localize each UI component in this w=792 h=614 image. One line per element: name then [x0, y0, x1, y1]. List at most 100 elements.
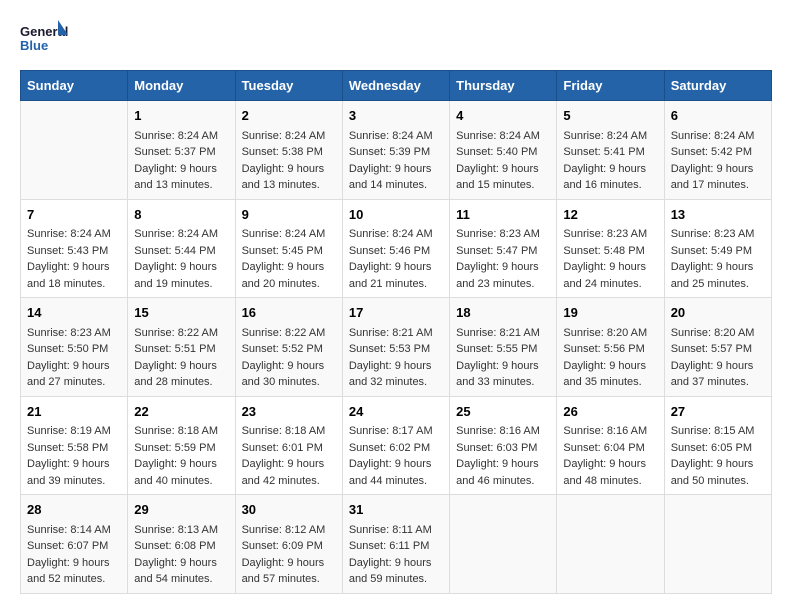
logo: GeneralBlue: [20, 20, 70, 60]
cell-detail: Daylight: 9 hours: [134, 555, 228, 572]
calendar-cell: 25Sunrise: 8:16 AMSunset: 6:03 PMDayligh…: [450, 396, 557, 495]
cell-detail: Sunrise: 8:24 AM: [349, 128, 443, 145]
calendar-cell: [664, 495, 771, 594]
cell-detail: Sunset: 5:43 PM: [27, 243, 121, 260]
day-number: 2: [242, 106, 336, 126]
cell-detail: Sunrise: 8:12 AM: [242, 522, 336, 539]
cell-detail: Daylight: 9 hours: [563, 358, 657, 375]
cell-detail: and 33 minutes.: [456, 374, 550, 391]
cell-detail: Sunrise: 8:15 AM: [671, 423, 765, 440]
cell-detail: Daylight: 9 hours: [134, 259, 228, 276]
cell-detail: Daylight: 9 hours: [349, 259, 443, 276]
calendar-cell: [21, 101, 128, 200]
calendar-cell: 3Sunrise: 8:24 AMSunset: 5:39 PMDaylight…: [342, 101, 449, 200]
calendar-cell: [557, 495, 664, 594]
cell-detail: and 37 minutes.: [671, 374, 765, 391]
cell-detail: and 44 minutes.: [349, 473, 443, 490]
cell-detail: Daylight: 9 hours: [134, 358, 228, 375]
cell-detail: Sunrise: 8:16 AM: [456, 423, 550, 440]
calendar-cell: 30Sunrise: 8:12 AMSunset: 6:09 PMDayligh…: [235, 495, 342, 594]
day-number: 22: [134, 402, 228, 422]
cell-detail: Sunset: 5:52 PM: [242, 341, 336, 358]
day-number: 12: [563, 205, 657, 225]
cell-detail: Sunrise: 8:24 AM: [134, 128, 228, 145]
cell-detail: Sunset: 5:59 PM: [134, 440, 228, 457]
week-row-2: 7Sunrise: 8:24 AMSunset: 5:43 PMDaylight…: [21, 199, 772, 298]
header-day-thursday: Thursday: [450, 71, 557, 101]
cell-detail: Sunrise: 8:11 AM: [349, 522, 443, 539]
cell-detail: Sunrise: 8:24 AM: [242, 128, 336, 145]
calendar-cell: 29Sunrise: 8:13 AMSunset: 6:08 PMDayligh…: [128, 495, 235, 594]
cell-detail: Sunset: 5:37 PM: [134, 144, 228, 161]
header-day-saturday: Saturday: [664, 71, 771, 101]
cell-detail: Sunrise: 8:16 AM: [563, 423, 657, 440]
cell-detail: and 42 minutes.: [242, 473, 336, 490]
cell-detail: Daylight: 9 hours: [134, 161, 228, 178]
cell-detail: Sunrise: 8:24 AM: [349, 226, 443, 243]
cell-detail: Sunset: 6:01 PM: [242, 440, 336, 457]
day-number: 16: [242, 303, 336, 323]
cell-detail: Sunrise: 8:24 AM: [242, 226, 336, 243]
day-number: 7: [27, 205, 121, 225]
cell-detail: and 57 minutes.: [242, 571, 336, 588]
cell-detail: and 28 minutes.: [134, 374, 228, 391]
cell-detail: Sunrise: 8:23 AM: [456, 226, 550, 243]
cell-detail: Sunrise: 8:19 AM: [27, 423, 121, 440]
cell-detail: Sunrise: 8:22 AM: [134, 325, 228, 342]
cell-detail: Daylight: 9 hours: [349, 358, 443, 375]
cell-detail: Sunset: 5:56 PM: [563, 341, 657, 358]
day-number: 9: [242, 205, 336, 225]
calendar-cell: 1 Sunrise: 8:24 AMSunset: 5:37 PMDaylight…: [128, 101, 235, 200]
cell-detail: Sunset: 5:53 PM: [349, 341, 443, 358]
cell-detail: Sunset: 6:02 PM: [349, 440, 443, 457]
cell-detail: Daylight: 9 hours: [242, 358, 336, 375]
day-number: 30: [242, 500, 336, 520]
page-header: GeneralBlue: [20, 20, 772, 60]
calendar-table: SundayMondayTuesdayWednesdayThursdayFrid…: [20, 70, 772, 594]
cell-detail: and 20 minutes.: [242, 276, 336, 293]
cell-detail: Daylight: 9 hours: [456, 259, 550, 276]
cell-detail: Sunrise: 8:23 AM: [27, 325, 121, 342]
cell-detail: Sunset: 6:08 PM: [134, 538, 228, 555]
cell-detail: Daylight: 9 hours: [671, 161, 765, 178]
cell-detail: Daylight: 9 hours: [349, 456, 443, 473]
cell-detail: and 13 minutes.: [242, 177, 336, 194]
cell-detail: Sunrise: 8:13 AM: [134, 522, 228, 539]
calendar-cell: 24Sunrise: 8:17 AMSunset: 6:02 PMDayligh…: [342, 396, 449, 495]
week-row-3: 14Sunrise: 8:23 AMSunset: 5:50 PMDayligh…: [21, 298, 772, 397]
cell-detail: Sunrise: 8:24 AM: [671, 128, 765, 145]
cell-detail: Sunset: 5:42 PM: [671, 144, 765, 161]
day-number: 18: [456, 303, 550, 323]
cell-detail: Sunset: 5:51 PM: [134, 341, 228, 358]
day-number: 24: [349, 402, 443, 422]
calendar-cell: 21Sunrise: 8:19 AMSunset: 5:58 PMDayligh…: [21, 396, 128, 495]
logo-svg: GeneralBlue: [20, 20, 70, 60]
week-row-5: 28Sunrise: 8:14 AMSunset: 6:07 PMDayligh…: [21, 495, 772, 594]
day-number: 27: [671, 402, 765, 422]
cell-detail: Daylight: 9 hours: [242, 456, 336, 473]
calendar-cell: 28Sunrise: 8:14 AMSunset: 6:07 PMDayligh…: [21, 495, 128, 594]
cell-detail: Sunrise: 8:20 AM: [563, 325, 657, 342]
header-day-wednesday: Wednesday: [342, 71, 449, 101]
cell-detail: Daylight: 9 hours: [563, 456, 657, 473]
cell-detail: Sunrise: 8:24 AM: [456, 128, 550, 145]
cell-detail: Daylight: 9 hours: [27, 555, 121, 572]
calendar-cell: 26Sunrise: 8:16 AMSunset: 6:04 PMDayligh…: [557, 396, 664, 495]
calendar-cell: 22Sunrise: 8:18 AMSunset: 5:59 PMDayligh…: [128, 396, 235, 495]
cell-detail: Sunrise: 8:21 AM: [349, 325, 443, 342]
cell-detail: Daylight: 9 hours: [349, 555, 443, 572]
cell-detail: Daylight: 9 hours: [563, 161, 657, 178]
cell-detail: Sunset: 5:55 PM: [456, 341, 550, 358]
calendar-cell: 14Sunrise: 8:23 AMSunset: 5:50 PMDayligh…: [21, 298, 128, 397]
calendar-cell: 18Sunrise: 8:21 AMSunset: 5:55 PMDayligh…: [450, 298, 557, 397]
calendar-cell: 17Sunrise: 8:21 AMSunset: 5:53 PMDayligh…: [342, 298, 449, 397]
cell-detail: Daylight: 9 hours: [27, 259, 121, 276]
cell-detail: Daylight: 9 hours: [563, 259, 657, 276]
cell-detail: Sunset: 6:11 PM: [349, 538, 443, 555]
day-number: 20: [671, 303, 765, 323]
cell-detail: Sunrise: 8:20 AM: [671, 325, 765, 342]
cell-detail: and 40 minutes.: [134, 473, 228, 490]
day-number: 1: [134, 106, 228, 126]
cell-detail: and 23 minutes.: [456, 276, 550, 293]
cell-detail: Sunset: 5:50 PM: [27, 341, 121, 358]
